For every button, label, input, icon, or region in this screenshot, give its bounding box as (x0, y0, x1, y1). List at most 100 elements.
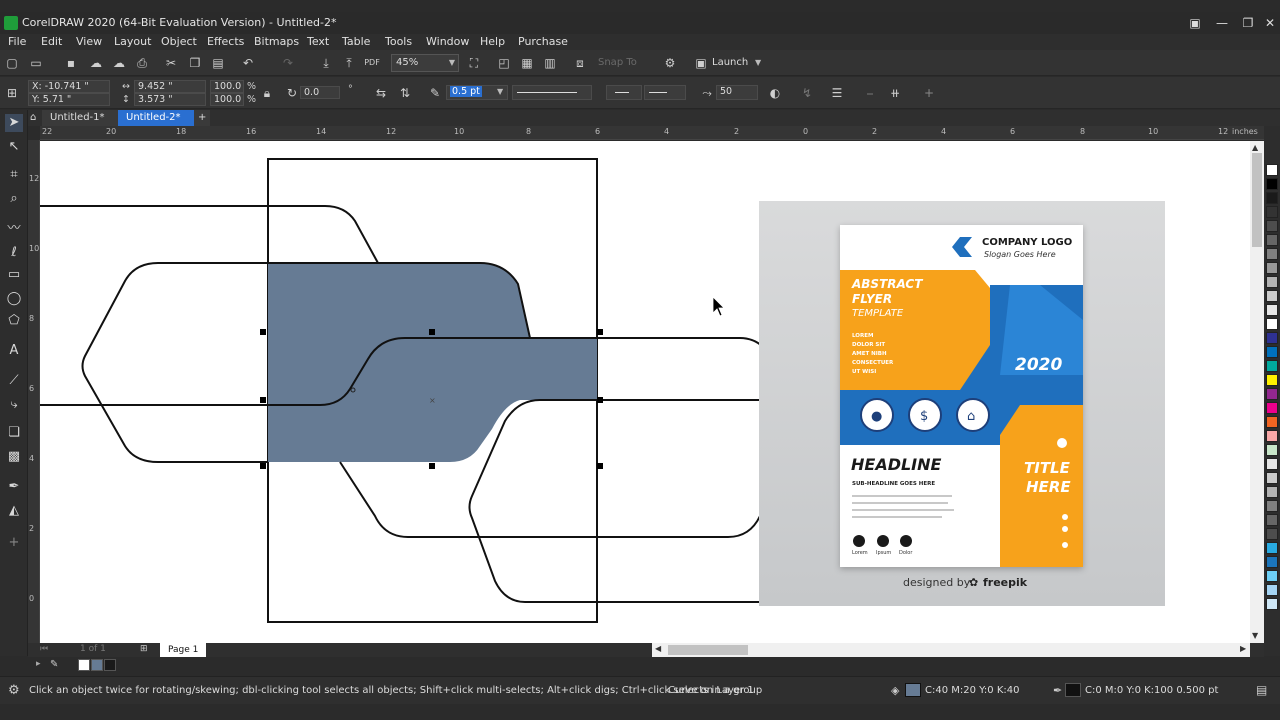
align-distribute-icon[interactable]: ⧺ (887, 85, 903, 101)
palette-swatch[interactable] (1266, 248, 1278, 260)
menu-bitmaps[interactable]: Bitmaps (254, 35, 299, 48)
launch-icon[interactable]: ▣ (693, 55, 709, 71)
full-screen-preview-icon[interactable]: ⛶ (466, 55, 482, 71)
palette-swatch[interactable] (1266, 416, 1278, 428)
parallel-dimension-tool-icon[interactable]: ⟋ (5, 372, 23, 390)
rotation-angle-field[interactable]: 0.0 (300, 86, 340, 99)
freehand-tool-icon[interactable]: 〰 (5, 220, 23, 238)
palette-swatch[interactable] (1266, 346, 1278, 358)
smoothing-field[interactable]: 50 (716, 85, 758, 100)
rectangle-tool-icon[interactable]: ▭ (5, 266, 23, 284)
close-curve-icon[interactable]: ◐ (767, 85, 783, 101)
horizontal-ruler[interactable]: 22 20 18 16 14 12 10 8 6 4 2 0 2 4 6 8 1… (40, 126, 1264, 140)
outline-width-chevron-icon[interactable]: ▼ (497, 87, 503, 96)
transparency-tool-icon[interactable]: ▩ (5, 448, 23, 466)
publish-pdf-icon[interactable]: PDF (364, 55, 380, 71)
curve-shape-top[interactable] (40, 205, 379, 264)
palette-swatch[interactable] (1266, 430, 1278, 442)
end-arrowhead-select[interactable] (644, 85, 686, 100)
palette-swatch[interactable] (1266, 472, 1278, 484)
scroll-right-icon[interactable]: ▶ (1240, 644, 1246, 653)
add-page-icon[interactable]: ⊞ (140, 644, 148, 654)
palette-swatch[interactable] (1266, 570, 1278, 582)
palette-swatch[interactable] (1266, 318, 1278, 330)
menu-table[interactable]: Table (342, 35, 370, 48)
show-rulers-icon[interactable]: ◰ (496, 55, 512, 71)
show-grid-icon[interactable]: ▦ (519, 55, 535, 71)
menu-help[interactable]: Help (480, 35, 505, 48)
scale-width-field[interactable]: 100.0 (210, 80, 244, 93)
new-tab-plus-icon[interactable]: + (194, 110, 210, 126)
snap-to-label[interactable]: Snap To (598, 57, 637, 68)
connector-tool-icon[interactable]: ⤷ (5, 396, 23, 414)
menu-purchase[interactable]: Purchase (518, 35, 568, 48)
object-origin-icon[interactable]: ⊞ (4, 85, 20, 101)
outline-color-swatch[interactable] (1065, 683, 1081, 697)
palette-swatch[interactable] (1266, 220, 1278, 232)
palette-swatch[interactable] (1266, 458, 1278, 470)
rotate-icon[interactable]: ↻ (284, 85, 300, 101)
mirror-vertical-icon[interactable]: ⇅ (397, 85, 413, 101)
palette-swatch[interactable] (1266, 486, 1278, 498)
status-gear-icon[interactable]: ⚙ (8, 683, 20, 698)
height-field[interactable]: 3.573 " (134, 93, 206, 106)
eyedropper-icon[interactable]: ✎ (50, 659, 58, 670)
document-color-swatch[interactable] (104, 659, 116, 671)
save-icon[interactable]: ▪ (63, 55, 79, 71)
tab-untitled-2[interactable]: Untitled-2* (118, 110, 194, 126)
palette-swatch[interactable] (1266, 206, 1278, 218)
palette-arrow-icon[interactable]: ▸ (36, 659, 41, 669)
scroll-left-icon[interactable]: ◀ (655, 644, 661, 653)
scroll-up-icon[interactable]: ▲ (1252, 143, 1258, 152)
scroll-down-icon[interactable]: ▼ (1252, 631, 1258, 640)
y-position-field[interactable]: Y: 5.71 " (28, 93, 110, 106)
options-gear-icon[interactable]: ⚙ (662, 55, 678, 71)
palette-swatch[interactable] (1266, 556, 1278, 568)
palette-swatch[interactable] (1266, 542, 1278, 554)
document-color-swatch[interactable] (91, 659, 103, 671)
palette-swatch[interactable] (1266, 584, 1278, 596)
ellipse-tool-icon[interactable]: ◯ (5, 290, 23, 308)
interactive-fill-tool-icon[interactable]: ◭ (5, 502, 23, 520)
horizontal-scroll-thumb[interactable] (668, 645, 748, 655)
intersection-fill-shape[interactable] (268, 263, 597, 462)
first-page-icon[interactable]: ⏮ (40, 644, 48, 654)
palette-swatch[interactable] (1266, 262, 1278, 274)
palette-swatch[interactable] (1266, 500, 1278, 512)
palette-swatch[interactable] (1266, 234, 1278, 246)
text-tool-icon[interactable]: A (5, 342, 23, 360)
mirror-horizontal-icon[interactable]: ⇆ (373, 85, 389, 101)
quick-customize-icon[interactable]: ⎯ (862, 85, 878, 101)
vertical-scroll-thumb[interactable] (1252, 153, 1262, 247)
new-document-icon[interactable]: ▢ (4, 55, 20, 71)
lock-ratio-icon[interactable]: 🔒︎ (259, 85, 275, 101)
palette-swatch[interactable] (1266, 332, 1278, 344)
redo-icon[interactable]: ↷ (280, 55, 296, 71)
account-icon[interactable]: ▣ (1183, 14, 1207, 32)
zoom-level-select[interactable]: 45% ▼ (391, 54, 459, 72)
palette-swatch[interactable] (1266, 528, 1278, 540)
page-1-tab[interactable]: Page 1 (160, 643, 207, 657)
menu-view[interactable]: View (76, 35, 102, 48)
x-position-field[interactable]: X: -10.741 " (28, 80, 110, 93)
palette-swatch[interactable] (1266, 290, 1278, 302)
export-icon[interactable]: ⤒ (341, 55, 357, 71)
horizontal-scrollbar[interactable]: ◀ ▶ (652, 643, 1250, 657)
no-color-swatch[interactable] (78, 659, 90, 671)
menu-effects[interactable]: Effects (207, 35, 244, 48)
outline-pen-icon[interactable]: ✎ (427, 85, 443, 101)
snap-off-icon[interactable]: ⧈ (572, 55, 588, 71)
palette-swatch[interactable] (1266, 304, 1278, 316)
vertical-scrollbar[interactable]: ▲ ▼ (1250, 141, 1264, 643)
open-icon[interactable]: ▭ (28, 55, 44, 71)
menu-object[interactable]: Object (161, 35, 197, 48)
palette-swatch[interactable] (1266, 388, 1278, 400)
home-icon[interactable]: ⌂ (28, 110, 42, 126)
flyer-backdrop[interactable]: ● $ ⌂ COMPANY LOGO Slogan Goes Here ABST… (759, 201, 1165, 606)
pick-tool-icon[interactable]: ➤ (5, 114, 23, 132)
import-icon[interactable]: ⤓ (318, 55, 334, 71)
menu-window[interactable]: Window (426, 35, 469, 48)
cut-icon[interactable]: ✂ (163, 55, 179, 71)
drop-shadow-tool-icon[interactable]: ❏ (5, 424, 23, 442)
palette-swatch[interactable] (1266, 192, 1278, 204)
